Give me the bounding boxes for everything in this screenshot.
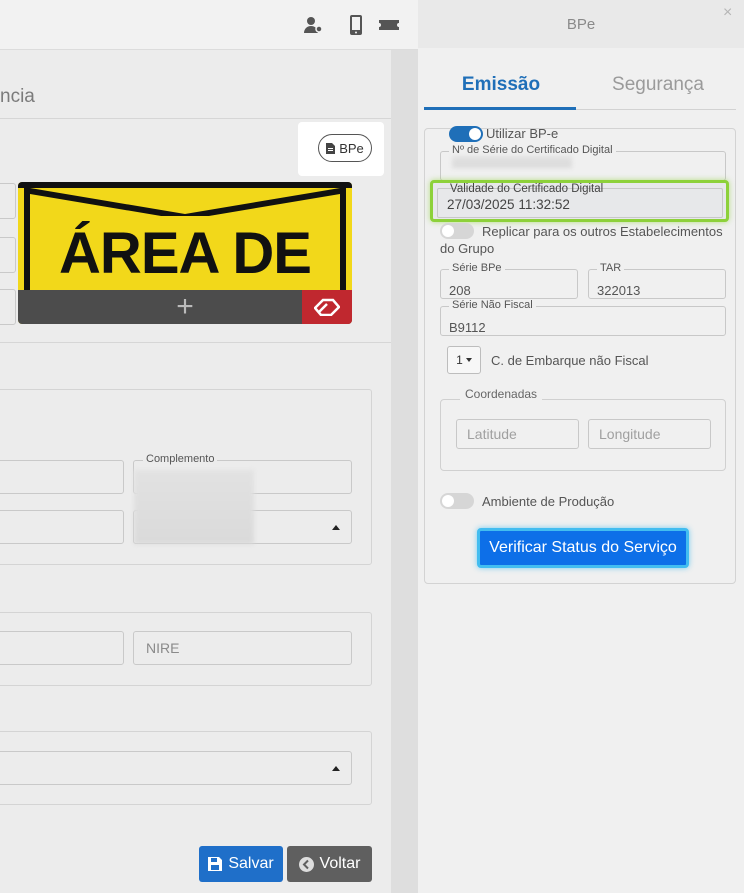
divider: [0, 342, 391, 343]
add-image-icon[interactable]: +: [170, 290, 200, 324]
utilizar-bpe-label: Utilizar BP-e: [486, 126, 559, 141]
replicar-label: Replicar para os outros Estabelecimentos…: [440, 224, 723, 256]
user-settings-icon[interactable]: [302, 14, 324, 36]
tar-label: TAR: [597, 262, 625, 274]
embarque-label: C. de Embarque não Fiscal: [491, 353, 649, 368]
redacted-area: [134, 470, 254, 544]
form-input[interactable]: [0, 510, 124, 544]
bpe-button[interactable]: BPe: [318, 134, 372, 162]
scrollbar-track[interactable]: [391, 50, 418, 893]
close-icon[interactable]: ×: [723, 4, 732, 22]
dropdown-select[interactable]: [0, 751, 352, 785]
complemento-label: Complemento: [143, 453, 218, 465]
image-text: ÁREA DE: [59, 221, 312, 286]
serie-nao-fiscal-label: Série Não Fiscal: [449, 299, 536, 311]
active-tab-indicator: [424, 107, 576, 110]
toggle-knob: [469, 128, 481, 140]
form-input[interactable]: [0, 460, 124, 494]
page-heading: ncia: [0, 86, 35, 107]
caret-up-icon: [332, 525, 340, 530]
serie-nao-fiscal-value: B9112: [449, 320, 486, 335]
tab-emissao[interactable]: Emissão: [426, 74, 576, 96]
bpe-button-label: BPe: [339, 140, 364, 156]
form-input[interactable]: [0, 289, 16, 325]
redacted-serial: [452, 156, 572, 168]
panel-title: BPe: [566, 16, 596, 33]
caret-down-icon: [465, 358, 472, 362]
latitude-input[interactable]: Latitude: [456, 419, 579, 449]
cert-validity-label: Validade do Certificado Digital: [450, 183, 604, 195]
form-input[interactable]: [0, 237, 16, 273]
serie-bpe-value: 208: [449, 283, 471, 298]
embarque-select-value: 1: [456, 353, 463, 367]
ambiente-producao-label: Ambiente de Produção: [482, 494, 615, 509]
toggle-knob: [442, 495, 454, 507]
nire-input[interactable]: NIRE: [133, 631, 352, 665]
back-button-label: Voltar: [319, 855, 361, 872]
ticket-icon[interactable]: [378, 14, 400, 36]
utilizar-bpe-toggle[interactable]: [449, 126, 483, 142]
mobile-icon[interactable]: [345, 14, 367, 36]
verify-service-status-button[interactable]: Verificar Status do Serviço: [477, 528, 689, 568]
caret-up-icon: [332, 766, 340, 771]
form-input[interactable]: [0, 183, 16, 219]
save-button-label: Salvar: [228, 855, 274, 872]
save-icon: [208, 857, 223, 871]
eraser-button[interactable]: [302, 290, 352, 324]
eraser-icon: [314, 298, 340, 316]
logo-image: ÁREA DE +: [18, 182, 352, 324]
image-chevron: [30, 188, 340, 216]
document-icon: [326, 142, 336, 154]
serie-bpe-label: Série BPe: [449, 262, 505, 274]
form-input[interactable]: [0, 631, 124, 665]
chevron-left-circle-icon: [298, 856, 314, 872]
coordenadas-label: Coordenadas: [460, 387, 543, 401]
back-button[interactable]: Voltar: [287, 846, 372, 882]
cert-serial-label: Nº de Série do Certificado Digital: [449, 144, 616, 156]
divider: [0, 118, 391, 119]
cert-validity-value: 27/03/2025 11:32:52: [447, 197, 570, 212]
tab-seguranca[interactable]: Segurança: [583, 74, 733, 96]
embarque-select[interactable]: 1: [447, 346, 481, 374]
longitude-input[interactable]: Longitude: [588, 419, 711, 449]
tar-value: 322013: [597, 283, 641, 298]
save-button[interactable]: Salvar: [199, 846, 283, 882]
cert-validity-field-highlight[interactable]: Validade do Certificado Digital 27/03/20…: [430, 180, 729, 222]
ambiente-producao-toggle[interactable]: [440, 493, 474, 509]
